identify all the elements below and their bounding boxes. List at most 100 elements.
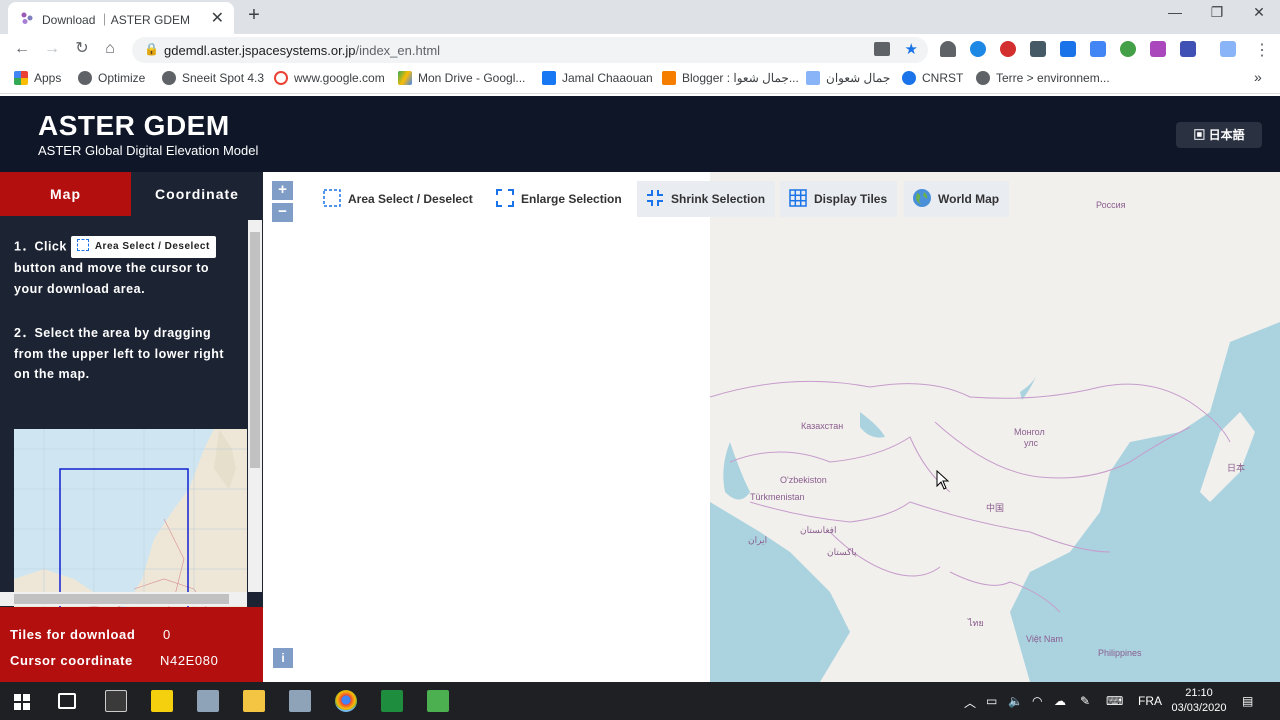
windows-taskbar: ︿ ▭ 🔈 ◠ ☁ ✎ ⌨ FRA 21:10 03/03/2020 ▤ <box>0 682 1280 720</box>
cursor-coordinate-value: N42E080 <box>160 653 219 668</box>
map-label-pakistan: پاکستان <box>827 547 857 557</box>
mouse-cursor-icon <box>936 470 950 490</box>
browser-toolbar: ← → ↻ ⌂ 🔒 gdemdl.aster.jspacesystems.or.… <box>0 34 1280 64</box>
display-tiles-button[interactable]: Display Tiles <box>780 181 898 217</box>
apps-grid-icon <box>14 71 28 85</box>
sidebar-horizontal-scroll-thumb[interactable] <box>14 594 229 604</box>
volume-icon[interactable]: 🔈 <box>1008 694 1023 708</box>
enlarge-icon <box>496 189 514 207</box>
blogger-icon <box>662 71 676 85</box>
wifi-icon[interactable]: ◠ <box>1032 694 1042 708</box>
address-bar[interactable]: 🔒 gdemdl.aster.jspacesystems.or.jp/index… <box>132 37 928 63</box>
reload-icon[interactable]: ↻ <box>72 39 92 59</box>
site-favicon-icon <box>21 12 33 24</box>
tab-close-icon[interactable]: ✕ <box>211 8 224 28</box>
globe-icon <box>78 71 92 85</box>
extension-check-icon[interactable] <box>1060 41 1076 57</box>
bookmark-sneeit[interactable]: Sneeit Spot 4.3 <box>162 71 264 85</box>
extension-adblock-icon[interactable] <box>1000 41 1016 57</box>
extension-drive-icon[interactable] <box>940 41 956 57</box>
calculator-icon[interactable] <box>105 690 127 712</box>
app-icon-1[interactable] <box>197 690 219 712</box>
notifications-icon[interactable]: ▤ <box>1242 694 1253 708</box>
app-icon-2[interactable] <box>289 690 311 712</box>
instruction-step-1: 1．Click Area Select / Deselect button an… <box>14 236 239 299</box>
translate-icon[interactable] <box>874 42 890 56</box>
bookmarks-overflow-icon[interactable]: » <box>1254 69 1262 85</box>
bookmark-apps[interactable]: Apps <box>14 71 61 85</box>
shrink-selection-button[interactable]: Shrink Selection <box>637 181 776 217</box>
map-label-japan: 日本 <box>1227 463 1246 473</box>
bookmark-terre[interactable]: Terre > environnem... <box>976 71 1110 85</box>
google-icon <box>274 71 288 85</box>
tiles-label: Tiles for download <box>10 627 136 642</box>
windows-start-icon[interactable] <box>14 694 30 710</box>
clock-time: 21:10 <box>1185 687 1213 699</box>
map-blank-area[interactable] <box>263 172 710 682</box>
sheets-icon[interactable] <box>381 690 403 712</box>
new-tab-icon[interactable]: + <box>244 4 264 27</box>
forward-icon[interactable]: → <box>42 39 62 59</box>
map-label-thailand: ไทย <box>968 618 984 628</box>
status-panel: Tiles for download 0 Cursor coordinate N… <box>0 607 263 682</box>
sticky-notes-icon[interactable] <box>151 690 173 712</box>
bookmarks-bar: Apps Optimize Sneeit Spot 4.3 www.google… <box>0 64 1280 94</box>
grid-tiles-icon <box>789 189 807 207</box>
keyboard-icon[interactable]: ⌨ <box>1106 694 1123 708</box>
home-icon[interactable]: ⌂ <box>100 39 120 59</box>
extension-translate-icon[interactable] <box>1090 41 1106 57</box>
lock-icon: 🔒 <box>144 42 159 56</box>
extension-shield-icon[interactable] <box>1030 41 1046 57</box>
cloud-icon[interactable]: ☁ <box>1054 694 1066 708</box>
language-speech-icon: ▣ <box>1193 128 1209 142</box>
map-label-philippines: Philippines <box>1098 648 1142 658</box>
bookmark-geo[interactable]: جمال شعوان <box>806 71 890 85</box>
extension-d-icon[interactable] <box>1150 41 1166 57</box>
file-explorer-icon[interactable] <box>243 690 265 712</box>
extension-folder-icon[interactable] <box>1180 41 1196 57</box>
tab-coordinate[interactable]: Coordinate <box>131 172 263 216</box>
area-select-icon <box>323 189 341 207</box>
browser-menu-icon[interactable]: ⋮ <box>1254 40 1270 60</box>
extension-globe-icon[interactable] <box>1120 41 1136 57</box>
restore-icon[interactable]: ❐ <box>1202 4 1232 21</box>
back-icon[interactable]: ← <box>12 39 32 59</box>
tray-up-arrow-icon[interactable]: ︿ <box>964 694 976 711</box>
window-close-icon[interactable]: ✕ <box>1244 4 1274 21</box>
shrink-icon <box>647 190 663 206</box>
bookmark-star-icon[interactable]: ★ <box>905 40 918 58</box>
bookmark-cnrst[interactable]: CNRST <box>902 71 963 85</box>
bookmark-drive[interactable]: Mon Drive - Googl... <box>398 71 525 85</box>
enlarge-selection-button[interactable]: Enlarge Selection <box>487 181 632 217</box>
pen-icon[interactable]: ✎ <box>1080 694 1090 708</box>
extension-geo-icon[interactable] <box>1220 41 1236 57</box>
zoom-out-button[interactable]: − <box>272 203 293 222</box>
world-map-button[interactable]: World Map <box>904 181 1010 217</box>
bookmark-optimize[interactable]: Optimize <box>78 71 145 85</box>
clock-date: 03/03/2020 <box>1171 702 1227 714</box>
bookmark-facebook[interactable]: Jamal Chaaouan <box>542 71 653 85</box>
instruction-step-2: 2．Select the area by dragging from the u… <box>14 326 225 381</box>
sidebar-vertical-scroll-thumb[interactable] <box>250 232 260 468</box>
map-label-vietnam: Việt Nam <box>1026 634 1063 644</box>
extension-blue-icon[interactable] <box>970 41 986 57</box>
language-button[interactable]: ▣ 日本語 <box>1176 122 1262 148</box>
zoom-in-button[interactable]: + <box>272 181 293 200</box>
bookmark-blogger[interactable]: Blogger : جمال شعوا... <box>662 71 799 85</box>
area-select-button[interactable]: Area Select / Deselect <box>314 181 483 217</box>
info-button[interactable]: i <box>273 648 293 668</box>
bookmark-google[interactable]: www.google.com <box>274 71 385 85</box>
browser-tab[interactable]: Download ｜ASTER GDEM ✕ <box>8 2 234 34</box>
system-clock[interactable]: 21:10 03/03/2020 <box>1170 686 1228 716</box>
minimize-icon[interactable]: — <box>1160 4 1190 20</box>
tiles-value: 0 <box>163 627 171 642</box>
battery-icon[interactable]: ▭ <box>986 694 997 708</box>
task-view-icon[interactable] <box>58 693 76 709</box>
map-label-uzbekistan: O'zbekiston <box>780 475 827 485</box>
tab-title: Download ｜ASTER GDEM <box>42 13 191 27</box>
camtasia-icon[interactable] <box>427 690 449 712</box>
map-view[interactable]: Россия Казахстан Монгол улс O'zbekiston … <box>710 172 1280 682</box>
input-language[interactable]: FRA <box>1138 694 1162 708</box>
tab-map[interactable]: Map <box>0 172 131 216</box>
chrome-icon[interactable] <box>335 690 357 712</box>
